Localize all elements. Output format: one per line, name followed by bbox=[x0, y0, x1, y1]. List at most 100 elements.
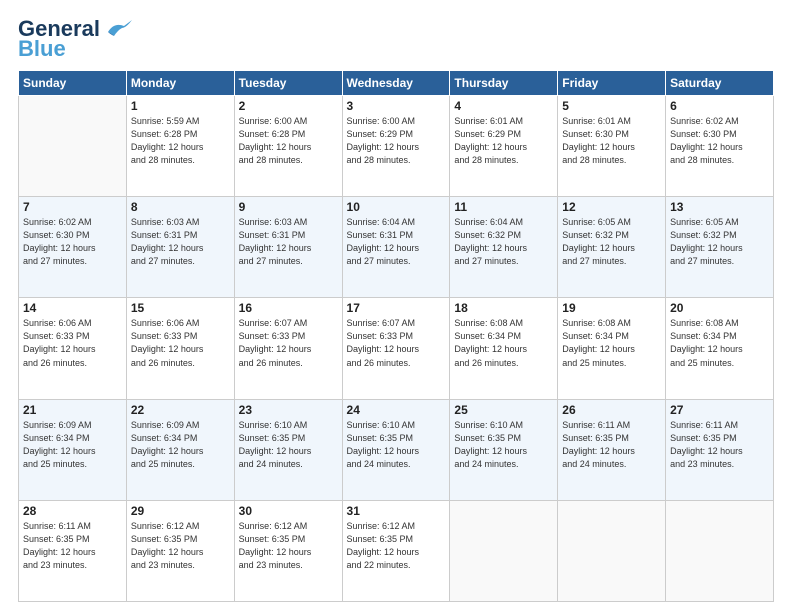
day-info: Sunrise: 6:00 AM Sunset: 6:29 PM Dayligh… bbox=[347, 115, 446, 167]
logo-blue: Blue bbox=[18, 38, 66, 60]
day-number: 30 bbox=[239, 504, 338, 518]
day-number: 15 bbox=[131, 301, 230, 315]
day-number: 26 bbox=[562, 403, 661, 417]
day-number: 17 bbox=[347, 301, 446, 315]
day-number: 28 bbox=[23, 504, 122, 518]
calendar-week-row: 1Sunrise: 5:59 AM Sunset: 6:28 PM Daylig… bbox=[19, 96, 774, 197]
page: General Blue SundayMondayTuesdayWednesda… bbox=[0, 0, 792, 612]
day-number: 7 bbox=[23, 200, 122, 214]
day-number: 11 bbox=[454, 200, 553, 214]
calendar-week-row: 21Sunrise: 6:09 AM Sunset: 6:34 PM Dayli… bbox=[19, 399, 774, 500]
day-info: Sunrise: 6:09 AM Sunset: 6:34 PM Dayligh… bbox=[131, 419, 230, 471]
calendar-cell bbox=[450, 500, 558, 601]
day-number: 1 bbox=[131, 99, 230, 113]
calendar-cell: 11Sunrise: 6:04 AM Sunset: 6:32 PM Dayli… bbox=[450, 197, 558, 298]
day-info: Sunrise: 6:05 AM Sunset: 6:32 PM Dayligh… bbox=[562, 216, 661, 268]
col-header-friday: Friday bbox=[558, 71, 666, 96]
calendar-cell: 15 Sunrise: 6:06 AM Sunset: 6:33 PM Dayli… bbox=[126, 298, 234, 399]
day-info: Sunrise: 6:01 AM Sunset: 6:30 PM Dayligh… bbox=[562, 115, 661, 167]
day-number: 25 bbox=[454, 403, 553, 417]
calendar-table: SundayMondayTuesdayWednesdayThursdayFrid… bbox=[18, 70, 774, 602]
day-number: 20 bbox=[670, 301, 769, 315]
day-info: Sunrise: 6:06 AM Sunset: 6:33 PM Dayligh… bbox=[23, 317, 122, 369]
calendar-cell: 4 Sunrise: 6:01 AM Sunset: 6:29 PM Daylig… bbox=[450, 96, 558, 197]
calendar-cell bbox=[666, 500, 774, 601]
calendar-cell: 8 Sunrise: 6:03 AM Sunset: 6:31 PM Daylig… bbox=[126, 197, 234, 298]
calendar-cell: 1Sunrise: 5:59 AM Sunset: 6:28 PM Daylig… bbox=[126, 96, 234, 197]
day-info: Sunrise: 6:07 AM Sunset: 6:33 PM Dayligh… bbox=[239, 317, 338, 369]
day-info: Sunrise: 6:01 AM Sunset: 6:29 PM Dayligh… bbox=[454, 115, 553, 167]
col-header-monday: Monday bbox=[126, 71, 234, 96]
calendar-cell: 17 Sunrise: 6:07 AM Sunset: 6:33 PM Dayli… bbox=[342, 298, 450, 399]
day-info: Sunrise: 6:09 AM Sunset: 6:34 PM Dayligh… bbox=[23, 419, 122, 471]
day-number: 23 bbox=[239, 403, 338, 417]
day-info: Sunrise: 6:03 AM Sunset: 6:31 PM Dayligh… bbox=[131, 216, 230, 268]
col-header-thursday: Thursday bbox=[450, 71, 558, 96]
calendar-cell: 24 Sunrise: 6:10 AM Sunset: 6:35 PM Dayli… bbox=[342, 399, 450, 500]
day-number: 10 bbox=[347, 200, 446, 214]
calendar-header-row: SundayMondayTuesdayWednesdayThursdayFrid… bbox=[19, 71, 774, 96]
day-info: Sunrise: 6:12 AM Sunset: 6:35 PM Dayligh… bbox=[347, 520, 446, 572]
day-number: 14 bbox=[23, 301, 122, 315]
day-number: 2 bbox=[239, 99, 338, 113]
day-number: 24 bbox=[347, 403, 446, 417]
day-info: Sunrise: 6:10 AM Sunset: 6:35 PM Dayligh… bbox=[454, 419, 553, 471]
col-header-wednesday: Wednesday bbox=[342, 71, 450, 96]
day-number: 27 bbox=[670, 403, 769, 417]
calendar-cell: 20Sunrise: 6:08 AM Sunset: 6:34 PM Dayli… bbox=[666, 298, 774, 399]
day-info: Sunrise: 6:06 AM Sunset: 6:33 PM Dayligh… bbox=[131, 317, 230, 369]
calendar-cell: 9 Sunrise: 6:03 AM Sunset: 6:31 PM Daylig… bbox=[234, 197, 342, 298]
calendar-cell: 5 Sunrise: 6:01 AM Sunset: 6:30 PM Daylig… bbox=[558, 96, 666, 197]
calendar-cell: 25 Sunrise: 6:10 AM Sunset: 6:35 PM Dayli… bbox=[450, 399, 558, 500]
day-info: Sunrise: 6:11 AM Sunset: 6:35 PM Dayligh… bbox=[670, 419, 769, 471]
day-number: 29 bbox=[131, 504, 230, 518]
calendar-cell: 27 Sunrise: 6:11 AM Sunset: 6:35 PM Dayli… bbox=[666, 399, 774, 500]
day-info: Sunrise: 6:10 AM Sunset: 6:35 PM Dayligh… bbox=[347, 419, 446, 471]
day-info: Sunrise: 6:00 AM Sunset: 6:28 PM Dayligh… bbox=[239, 115, 338, 167]
calendar-cell bbox=[19, 96, 127, 197]
day-number: 18 bbox=[454, 301, 553, 315]
day-number: 13 bbox=[670, 200, 769, 214]
calendar-cell: 26Sunrise: 6:11 AM Sunset: 6:35 PM Dayli… bbox=[558, 399, 666, 500]
calendar-cell: 10 Sunrise: 6:04 AM Sunset: 6:31 PM Dayli… bbox=[342, 197, 450, 298]
calendar-cell: 13Sunrise: 6:05 AM Sunset: 6:32 PM Dayli… bbox=[666, 197, 774, 298]
calendar-cell: 21Sunrise: 6:09 AM Sunset: 6:34 PM Dayli… bbox=[19, 399, 127, 500]
day-number: 4 bbox=[454, 99, 553, 113]
day-info: Sunrise: 6:08 AM Sunset: 6:34 PM Dayligh… bbox=[454, 317, 553, 369]
col-header-sunday: Sunday bbox=[19, 71, 127, 96]
day-info: Sunrise: 6:04 AM Sunset: 6:31 PM Dayligh… bbox=[347, 216, 446, 268]
day-info: Sunrise: 6:10 AM Sunset: 6:35 PM Dayligh… bbox=[239, 419, 338, 471]
calendar-cell: 6Sunrise: 6:02 AM Sunset: 6:30 PM Daylig… bbox=[666, 96, 774, 197]
calendar-week-row: 14 Sunrise: 6:06 AM Sunset: 6:33 PM Dayli… bbox=[19, 298, 774, 399]
day-info: Sunrise: 6:07 AM Sunset: 6:33 PM Dayligh… bbox=[347, 317, 446, 369]
calendar-cell: 31 Sunrise: 6:12 AM Sunset: 6:35 PM Dayli… bbox=[342, 500, 450, 601]
day-number: 16 bbox=[239, 301, 338, 315]
day-number: 3 bbox=[347, 99, 446, 113]
calendar-cell: 2 Sunrise: 6:00 AM Sunset: 6:28 PM Daylig… bbox=[234, 96, 342, 197]
calendar-cell: 19 Sunrise: 6:08 AM Sunset: 6:34 PM Dayli… bbox=[558, 298, 666, 399]
calendar-week-row: 28Sunrise: 6:11 AM Sunset: 6:35 PM Dayli… bbox=[19, 500, 774, 601]
logo-bird-icon bbox=[104, 18, 132, 40]
calendar-cell: 7Sunrise: 6:02 AM Sunset: 6:30 PM Daylig… bbox=[19, 197, 127, 298]
calendar-cell: 28Sunrise: 6:11 AM Sunset: 6:35 PM Dayli… bbox=[19, 500, 127, 601]
day-info: Sunrise: 6:08 AM Sunset: 6:34 PM Dayligh… bbox=[562, 317, 661, 369]
day-info: Sunrise: 6:12 AM Sunset: 6:35 PM Dayligh… bbox=[131, 520, 230, 572]
calendar-cell: 14 Sunrise: 6:06 AM Sunset: 6:33 PM Dayli… bbox=[19, 298, 127, 399]
col-header-saturday: Saturday bbox=[666, 71, 774, 96]
calendar-cell: 16 Sunrise: 6:07 AM Sunset: 6:33 PM Dayli… bbox=[234, 298, 342, 399]
calendar-cell: 18 Sunrise: 6:08 AM Sunset: 6:34 PM Dayli… bbox=[450, 298, 558, 399]
day-number: 6 bbox=[670, 99, 769, 113]
day-number: 31 bbox=[347, 504, 446, 518]
day-number: 5 bbox=[562, 99, 661, 113]
day-info: Sunrise: 6:03 AM Sunset: 6:31 PM Dayligh… bbox=[239, 216, 338, 268]
day-number: 8 bbox=[131, 200, 230, 214]
calendar-cell: 23 Sunrise: 6:10 AM Sunset: 6:35 PM Dayli… bbox=[234, 399, 342, 500]
calendar-week-row: 7Sunrise: 6:02 AM Sunset: 6:30 PM Daylig… bbox=[19, 197, 774, 298]
day-number: 19 bbox=[562, 301, 661, 315]
day-info: Sunrise: 6:12 AM Sunset: 6:35 PM Dayligh… bbox=[239, 520, 338, 572]
header: General Blue bbox=[18, 18, 774, 60]
day-number: 9 bbox=[239, 200, 338, 214]
day-number: 22 bbox=[131, 403, 230, 417]
day-number: 12 bbox=[562, 200, 661, 214]
calendar-cell: 3 Sunrise: 6:00 AM Sunset: 6:29 PM Daylig… bbox=[342, 96, 450, 197]
